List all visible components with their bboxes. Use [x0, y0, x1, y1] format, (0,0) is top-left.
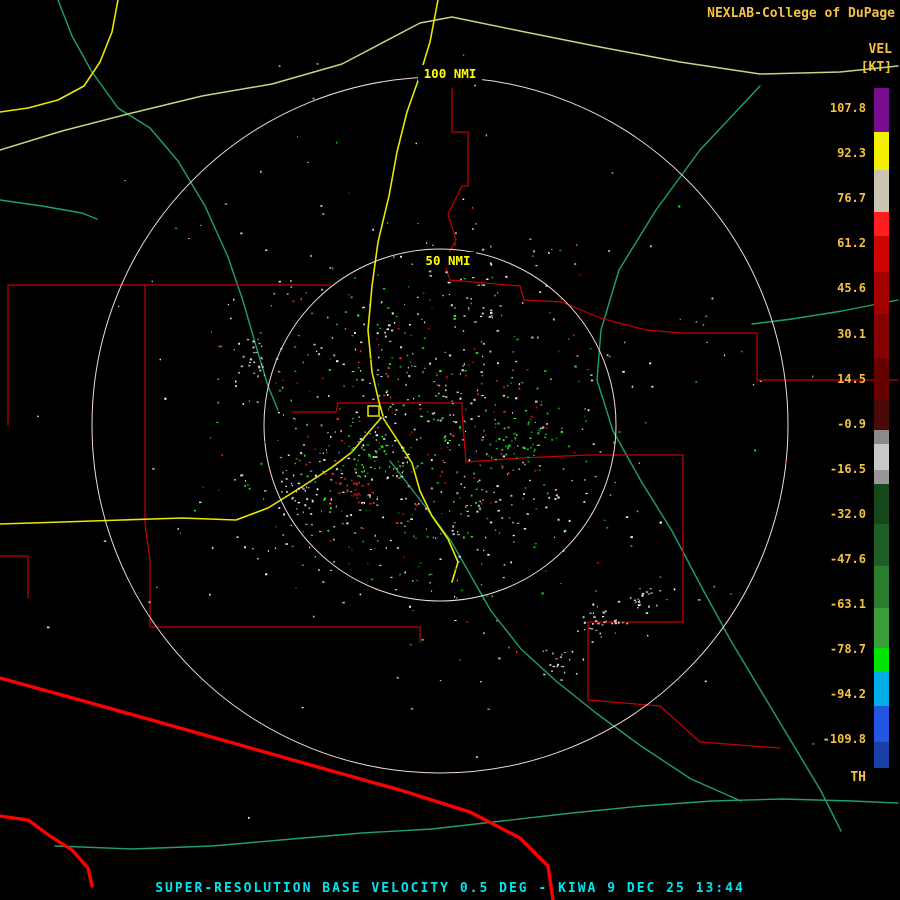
- legend-tick: 76.7: [796, 192, 866, 204]
- county-line: [588, 455, 683, 622]
- range-ring-label: 100 NMI: [424, 66, 477, 81]
- colorbar-segment: [874, 566, 889, 608]
- colorbar-segment: [874, 648, 889, 672]
- legend-tick: 30.1: [796, 328, 866, 340]
- legend-tick: -109.8: [796, 733, 866, 745]
- colorbar-segment: [874, 672, 889, 706]
- radar-map: 100 NMI 50 NMI: [0, 0, 900, 900]
- colorbar-segment: [874, 742, 889, 768]
- legend-footer: TH: [850, 770, 866, 785]
- legend-tick: 92.3: [796, 147, 866, 159]
- colorbar-segment: [874, 132, 889, 170]
- colorbar-segment: [874, 484, 889, 524]
- state-road: [0, 200, 97, 219]
- colorbar-segment: [874, 706, 889, 742]
- state-road: [0, 17, 898, 150]
- county-line: [444, 186, 683, 333]
- colorbar-segment: [874, 358, 889, 400]
- legend-tick: 107.8: [796, 102, 866, 114]
- colorbar-segment: [874, 212, 889, 236]
- brand-text: NEXLAB-College of DuPage: [707, 6, 895, 21]
- state-road: [55, 799, 898, 849]
- legend-tick: 61.2: [796, 237, 866, 249]
- international-border-line: [0, 816, 92, 886]
- colorbar: [874, 88, 889, 768]
- colorbar-segment: [874, 170, 889, 212]
- colorbar-segment: [874, 430, 889, 444]
- colorbar-segment: [874, 236, 889, 272]
- interstate-line: [0, 0, 118, 112]
- county-line: [0, 556, 28, 598]
- legend-title: VEL: [869, 42, 892, 57]
- colorbar-segment: [874, 314, 889, 358]
- colorbar-segment: [874, 608, 889, 648]
- radar-echoes: [37, 54, 814, 819]
- legend-tick: 14.5: [796, 373, 866, 385]
- legend-tick: -16.5: [796, 463, 866, 475]
- legend-tick: -63.1: [796, 598, 866, 610]
- radar-site-marker: [368, 406, 379, 416]
- legend-tick: -0.9: [796, 418, 866, 430]
- range-ring: [264, 249, 616, 601]
- interstate-line: [368, 0, 438, 416]
- product-caption: SUPER-RESOLUTION BASE VELOCITY 0.5 DEG -…: [0, 881, 900, 896]
- colorbar-segment: [874, 88, 889, 132]
- range-ring-label: 50 NMI: [425, 253, 470, 268]
- colorbar-segment: [874, 272, 889, 314]
- legend-tick: -94.2: [796, 688, 866, 700]
- colorbar-segment: [874, 524, 889, 566]
- legend-tick: -47.6: [796, 553, 866, 565]
- colorbar-segment: [874, 444, 889, 470]
- international-border-line: [0, 678, 553, 900]
- county-line: [452, 88, 468, 186]
- state-road: [58, 0, 278, 410]
- radar-screen: 100 NMI 50 NMI NEXLAB-College of DuPage V…: [0, 0, 900, 900]
- range-ring: [92, 77, 788, 773]
- legend-tick: -78.7: [796, 643, 866, 655]
- legend-tick: 45.6: [796, 282, 866, 294]
- legend-tick: -32.0: [796, 508, 866, 520]
- colorbar-segment: [874, 470, 889, 484]
- legend-units: [KT]: [861, 60, 892, 75]
- colorbar-segment: [874, 400, 889, 430]
- county-line: [145, 285, 420, 642]
